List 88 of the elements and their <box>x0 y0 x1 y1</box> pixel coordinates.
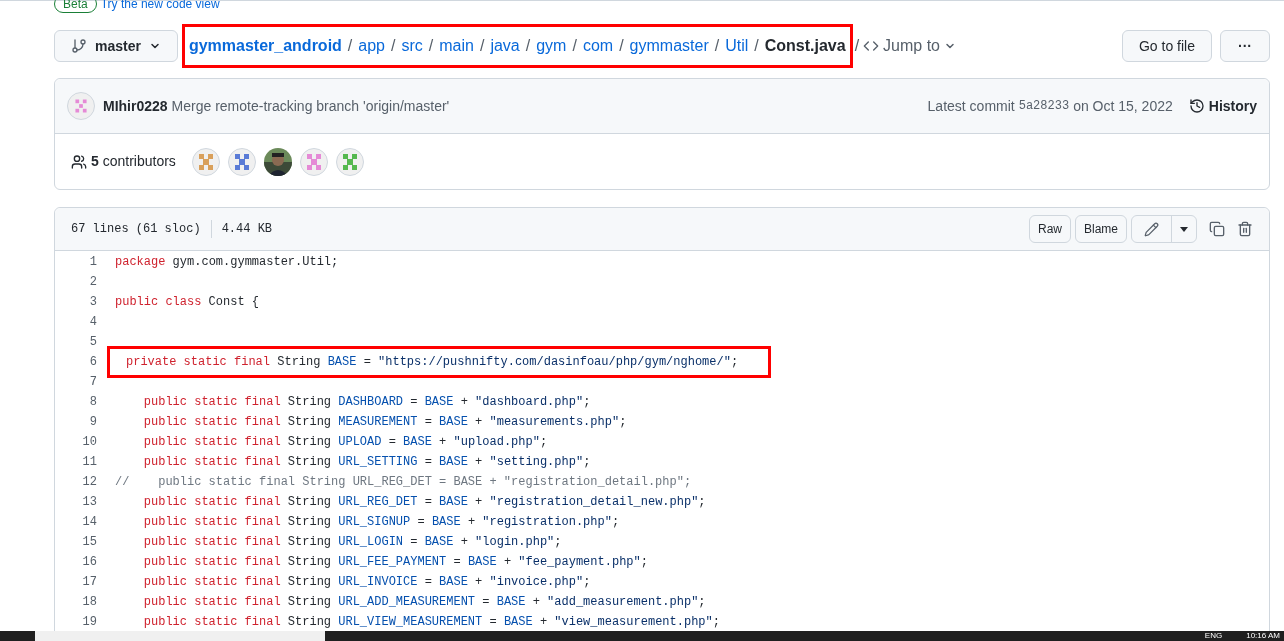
line-number[interactable]: 19 <box>55 613 97 631</box>
copy-button[interactable] <box>1209 221 1225 237</box>
go-to-file-button[interactable]: Go to file <box>1121 30 1212 62</box>
code-line: public static final String URL_SIGNUP = BASE + "registration.php"; <box>142 514 620 531</box>
line-number[interactable]: 7 <box>55 373 97 391</box>
path-separator: / <box>479 36 485 56</box>
line-number[interactable]: 8 <box>55 393 97 411</box>
jump-to-button[interactable]: Jump to <box>863 34 956 58</box>
line-number[interactable]: 9 <box>55 413 97 431</box>
path-separator: / <box>854 36 860 56</box>
line-number[interactable]: 10 <box>55 433 97 451</box>
breadcrumb-link[interactable]: com <box>582 34 614 58</box>
line-number[interactable]: 14 <box>55 513 97 531</box>
history-icon <box>1188 98 1205 114</box>
avatar-icon[interactable] <box>191 147 220 176</box>
code-line: public static final String URL_LOGIN = BASE + "login.php"; <box>142 534 562 551</box>
history-button[interactable]: History <box>1188 95 1257 117</box>
delete-button[interactable] <box>1237 221 1253 237</box>
line-number[interactable]: 5 <box>55 333 97 351</box>
taskbar-search-field[interactable] <box>35 631 325 641</box>
line-number[interactable]: 12 <box>55 473 97 491</box>
code-line: public static final String URL_REG_DET = BASE + "registration_detail_new.php"; <box>142 494 706 511</box>
code-line: public static final String URL_INVOICE = BASE + "invoice.php"; <box>142 574 591 591</box>
avatar-icon[interactable] <box>227 147 256 176</box>
line-count: 67 lines (61 sloc) <box>71 220 212 238</box>
line-number[interactable]: 16 <box>55 553 97 571</box>
commit-date: on Oct 15, 2022 <box>1073 96 1173 116</box>
path-separator: / <box>754 36 759 56</box>
code-line: public static final String URL_SETTING = BASE + "setting.php"; <box>142 454 591 471</box>
code-line: public static final String URL_ADD_MEASUREMENT = BASE + "add_measurement.php"; <box>142 594 706 611</box>
avatar-icon[interactable] <box>335 147 364 176</box>
branch-icon <box>71 38 87 54</box>
path-separator: / <box>619 36 624 56</box>
line-number[interactable]: 4 <box>55 313 97 331</box>
breadcrumb-link[interactable]: src <box>401 34 423 58</box>
code-line: public static final String UPLOAD = BASE + "upload.php"; <box>142 434 548 451</box>
avatar-icon[interactable] <box>67 92 95 120</box>
copy-icon <box>1209 221 1225 237</box>
breadcrumb-link[interactable]: java <box>490 34 520 58</box>
breadcrumb-link[interactable]: main <box>439 34 474 58</box>
line-number[interactable]: 1 <box>55 253 97 271</box>
current-file-name: Const.java <box>764 36 846 56</box>
more-button[interactable]: ··· <box>1220 30 1270 62</box>
breadcrumb-link[interactable]: Util <box>725 34 749 58</box>
line-number[interactable]: 2 <box>55 273 97 291</box>
code-line: public class Const { <box>115 294 260 311</box>
code-line: package gym.com.gymmaster.Util; <box>115 254 339 271</box>
code-line-highlight: private static final String BASE = "https://pushnifty.com/dasinfoau/php/gym/nghome/"; <box>107 346 772 378</box>
line-number[interactable]: 13 <box>55 493 97 511</box>
code-line: public static final String URL_FEE_PAYMENT = BASE + "fee_payment.php"; <box>142 554 648 571</box>
code-line: public static final String DASHBOARD = BASE + "dashboard.php"; <box>142 394 591 411</box>
path-separator: / <box>347 36 353 56</box>
commit-message[interactable]: Merge remote-tracking branch 'origin/master' <box>171 95 450 117</box>
file-size: 4.44 KB <box>220 221 273 238</box>
line-number[interactable]: 11 <box>55 453 97 471</box>
breadcrumb-link[interactable]: app <box>358 34 385 58</box>
trash-icon <box>1237 221 1253 237</box>
line-number[interactable]: 18 <box>55 593 97 611</box>
blame-button[interactable]: Blame <box>1075 215 1127 243</box>
clock[interactable]: 10:16 AM <box>1246 631 1280 641</box>
commit-author[interactable]: MIhir0228 <box>103 95 168 117</box>
line-number[interactable]: 17 <box>55 573 97 591</box>
line-number[interactable]: 3 <box>55 293 97 311</box>
language-indicator[interactable]: ENG <box>1204 631 1223 641</box>
path-separator: / <box>714 36 720 56</box>
code-line: public static final String URL_VIEW_MEASUREMENT = BASE + "view_measurement.php"; <box>142 614 720 631</box>
code-line: // public static final String URL_REG_DET = BASE + "registration_detail.php"; <box>115 474 692 491</box>
path-separator: / <box>572 36 577 56</box>
new-code-view-link[interactable]: Try the new code view <box>100 0 220 13</box>
breadcrumb-link[interactable]: gym <box>536 34 567 58</box>
commit-sha[interactable]: 5a28233 <box>1018 97 1070 115</box>
branch-button[interactable]: master <box>54 30 178 62</box>
contributors-count[interactable]: 5 contributors <box>91 151 176 172</box>
line-number[interactable]: 15 <box>55 533 97 551</box>
code-line: public static final String MEASUREMENT = BASE + "measurements.php"; <box>142 414 627 431</box>
path-separator: / <box>525 36 531 56</box>
path-separator: / <box>391 36 396 56</box>
line-number[interactable]: 6 <box>55 353 97 371</box>
caret-icon <box>1180 226 1188 232</box>
breadcrumb-link[interactable]: gymmaster_android <box>188 34 342 58</box>
latest-commit-label: Latest commit <box>927 96 1015 116</box>
people-icon <box>71 153 87 170</box>
breadcrumb-link[interactable]: gymmaster <box>629 34 709 58</box>
path-separator: / <box>428 36 434 56</box>
pencil-icon <box>1144 221 1159 237</box>
code-icon <box>863 38 880 54</box>
raw-button[interactable]: Raw <box>1028 215 1071 243</box>
avatar-icon[interactable] <box>299 147 328 176</box>
